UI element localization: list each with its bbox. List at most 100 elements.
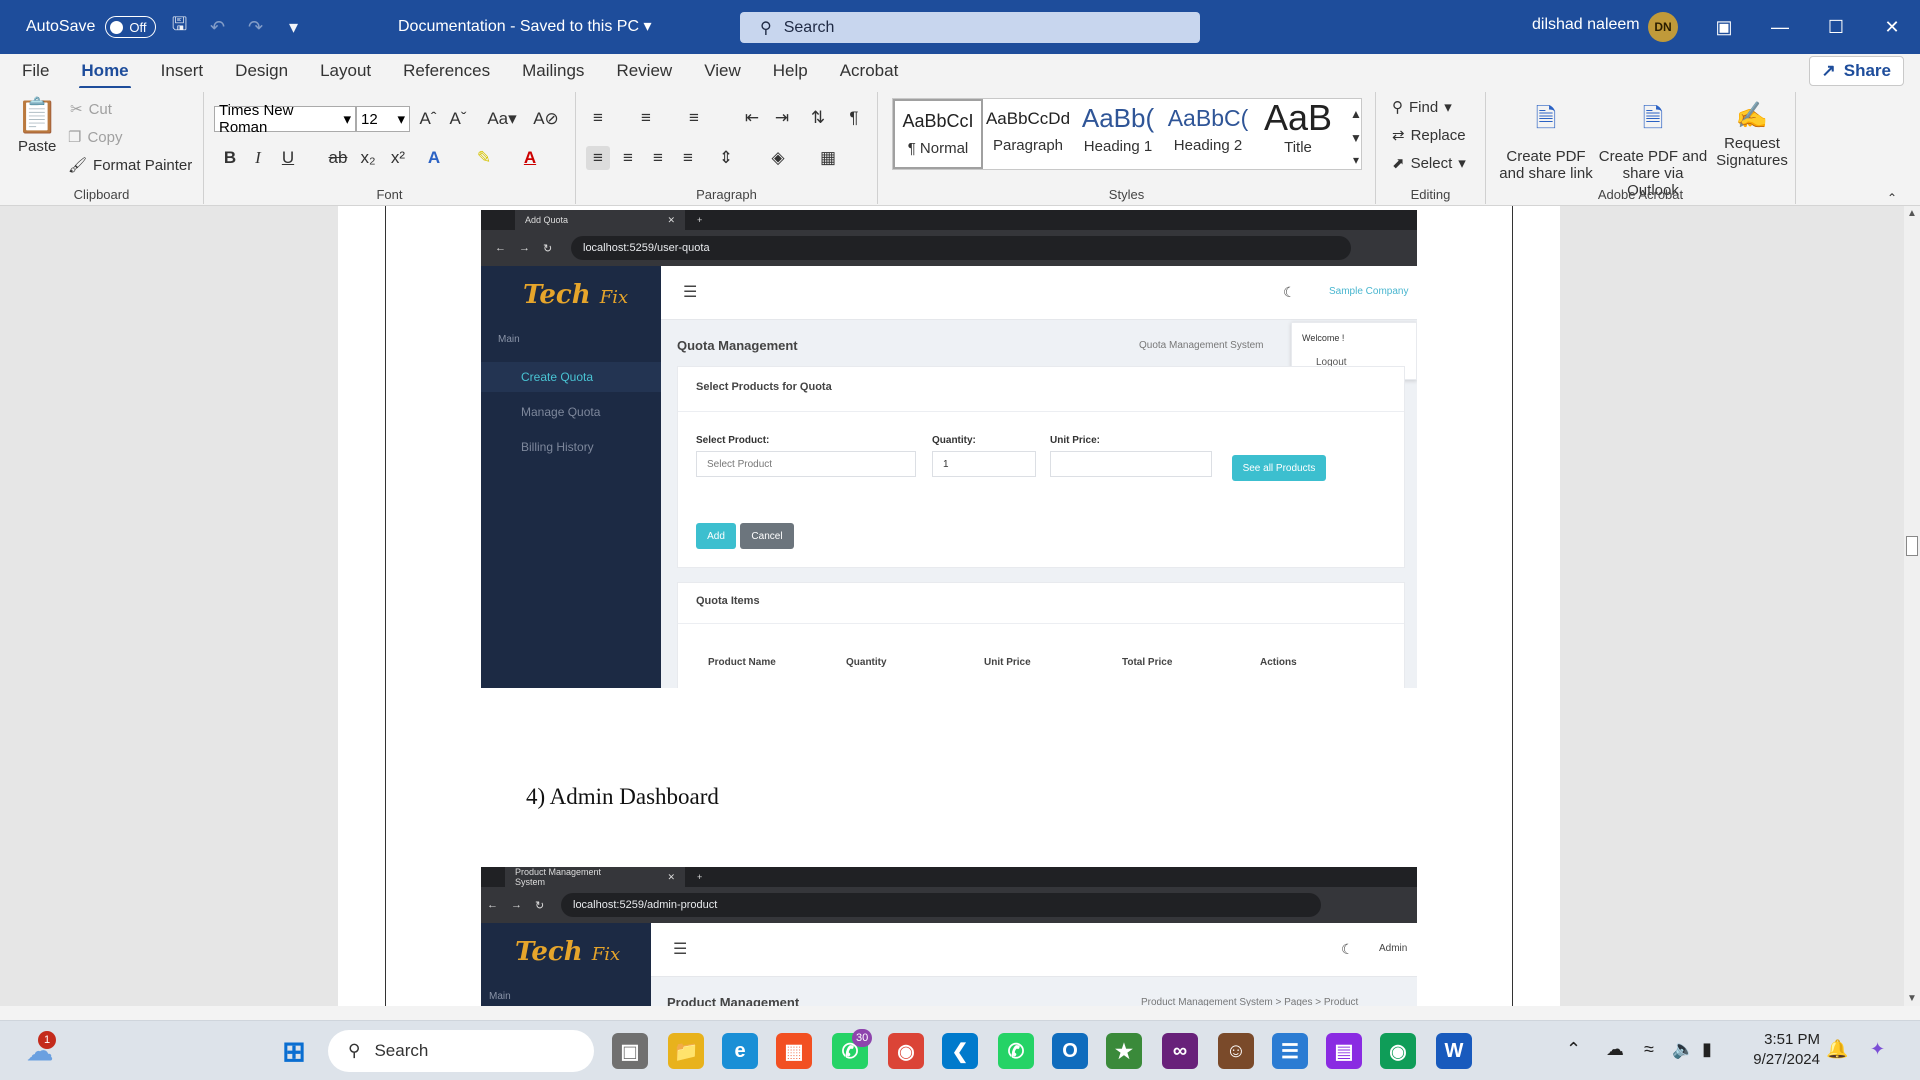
customize-toolbar-icon[interactable]: ▾ [280,13,308,41]
quota-screenshot[interactable]: Add Quota ✕ + ← → ↻ localhost:5259/user-q… [481,210,1417,688]
onedrive-icon[interactable]: ☁ [1606,1039,1624,1060]
app-icon[interactable]: ☺ [1218,1033,1254,1069]
change-case-icon[interactable]: Aa▾ [484,107,520,131]
superscript-icon[interactable]: x² [386,146,410,170]
bell-icon[interactable]: 🔔 [1826,1039,1848,1060]
copilot-icon[interactable]: ✦ [1870,1039,1885,1060]
undo-icon[interactable]: ↶ [204,13,232,41]
align-right-icon[interactable]: ≡ [646,146,670,170]
vertical-scrollbar[interactable]: ▲ ▼ [1904,206,1920,1006]
clock[interactable]: 3:51 PM 9/27/2024 [1753,1030,1820,1070]
section-heading[interactable]: 4) Admin Dashboard [526,784,719,810]
whatsapp-desktop-icon[interactable]: ✆ [998,1033,1034,1069]
scroll-up-icon[interactable]: ▲ [1907,208,1917,219]
tab-home[interactable]: Home [79,55,131,89]
style-heading-1[interactable]: AaBb(Heading 1 [1073,99,1163,169]
tab-help[interactable]: Help [771,55,810,87]
tab-design[interactable]: Design [233,55,290,87]
user-name[interactable]: dilshad naleem [1532,16,1640,34]
increase-indent-icon[interactable]: ⇥ [770,106,794,130]
scroll-thumb[interactable] [1906,536,1918,556]
style-title[interactable]: AaB Title [1253,97,1343,169]
edge-icon[interactable]: e [722,1033,758,1069]
strikethrough-icon[interactable]: ab [326,146,350,170]
styles-scroll-down-icon[interactable]: ▼ [1344,126,1368,150]
wifi-icon[interactable]: ≈ [1644,1039,1654,1060]
winrar-icon[interactable]: ▤ [1326,1033,1362,1069]
find-button[interactable]: ⚲ Find ▾ [1392,98,1452,117]
sort-icon[interactable]: ⇅ [806,106,830,130]
style-heading-2[interactable]: AaBbC(Heading 2 [1163,99,1253,169]
task-view-icon[interactable]: ▣ [612,1033,648,1069]
highlight-icon[interactable]: ✎ [472,146,496,170]
show-formatting-icon[interactable]: ¶ [842,106,866,130]
decrease-indent-icon[interactable]: ⇤ [740,106,764,130]
ribbon-display-icon[interactable]: ▣ [1696,0,1752,54]
tab-mailings[interactable]: Mailings [520,55,586,87]
paste-button[interactable]: 📋 Paste [16,96,58,155]
maximize-icon[interactable]: ☐ [1808,0,1864,54]
create-pdf-outlook-button[interactable]: 🗎 Create PDF and share via Outlook [1598,100,1708,199]
replace-button[interactable]: ⇄ Replace [1392,126,1466,145]
text-effects-icon[interactable]: A [422,146,446,170]
borders-icon[interactable]: ▦ [816,146,840,170]
notepad-icon[interactable]: ☰ [1272,1033,1308,1069]
styles-more-icon[interactable]: ▾ [1344,148,1368,172]
minimize-icon[interactable]: — [1752,0,1808,54]
request-signatures-button[interactable]: ✍ Request Signatures [1710,100,1794,169]
tab-review[interactable]: Review [614,55,674,87]
word-icon[interactable]: W [1436,1033,1472,1069]
align-left-icon[interactable]: ≡ [586,146,610,170]
numbering-icon[interactable]: ≡ [634,106,658,130]
volume-icon[interactable]: 🔈 [1672,1039,1694,1060]
style-paragraph[interactable]: AaBbCcDd Paragraph [983,99,1073,169]
align-center-icon[interactable]: ≡ [616,146,640,170]
italic-icon[interactable]: I [246,146,270,170]
multilevel-list-icon[interactable]: ≡ [682,106,706,130]
taskbar-search[interactable]: ⚲ Search [328,1030,594,1072]
format-painter-button[interactable]: 🖌 Format Painter [68,156,192,175]
font-family-select[interactable]: Times New Roman ▾ [214,102,356,136]
chrome-icon[interactable]: ◉ [888,1033,924,1069]
select-button[interactable]: ⬈ Select ▾ [1392,154,1466,173]
tab-layout[interactable]: Layout [318,55,373,87]
outlook-icon[interactable]: O [1052,1033,1088,1069]
line-spacing-icon[interactable]: ⇕ [714,146,738,170]
copy-button[interactable]: ❐ Copy [68,128,122,147]
tab-file[interactable]: File [20,55,51,87]
subscript-icon[interactable]: x₂ [356,146,380,170]
app-icon[interactable]: ★ [1106,1033,1142,1069]
font-size-select[interactable]: 12 ▾ [356,106,410,132]
justify-icon[interactable]: ≡ [676,146,700,170]
vscode-icon[interactable]: ❮ [942,1033,978,1069]
create-pdf-link-button[interactable]: 🗎 Create PDF and share link [1496,100,1596,182]
style-normal[interactable]: AaBbCcI ¶ Normal [893,99,983,169]
chrome-profile-icon[interactable]: ◉ [1380,1033,1416,1069]
bullets-icon[interactable]: ≡ [586,106,610,130]
underline-icon[interactable]: U [276,146,300,170]
windows-start-icon[interactable]: ⊞ [276,1033,312,1069]
shrink-font-icon[interactable]: Aˇ [446,107,470,131]
redo-icon[interactable]: ↷ [242,13,270,41]
styles-scroll-up-icon[interactable]: ▲ [1344,102,1368,126]
battery-icon[interactable]: ▮ [1702,1039,1712,1060]
tab-insert[interactable]: Insert [159,55,206,87]
save-icon[interactable]: 🖫 [166,13,194,41]
search-box[interactable]: ⚲ Search [740,12,1200,43]
visual-studio-icon[interactable]: ∞ [1162,1033,1198,1069]
tray-overflow-icon[interactable]: ⌃ [1566,1039,1581,1060]
tab-acrobat[interactable]: Acrobat [838,55,901,87]
file-explorer-icon[interactable]: 📁 [668,1033,704,1069]
cut-button[interactable]: ✂ Cut [70,100,112,119]
document-title[interactable]: Documentation - Saved to this PC ▾ [398,16,652,36]
store-icon[interactable]: ▦ [776,1033,812,1069]
clear-formatting-icon[interactable]: A⊘ [533,107,559,131]
admin-screenshot[interactable]: Product Management System ✕ + ← → ↻ local… [481,867,1417,1006]
tab-references[interactable]: References [401,55,492,87]
font-color-icon[interactable]: A [518,146,542,170]
close-icon[interactable]: ✕ [1864,0,1920,54]
share-button[interactable]: ↗ Share [1808,56,1904,86]
scroll-down-icon[interactable]: ▼ [1907,993,1917,1004]
tab-view[interactable]: View [702,55,743,87]
avatar[interactable]: DN [1648,12,1678,42]
